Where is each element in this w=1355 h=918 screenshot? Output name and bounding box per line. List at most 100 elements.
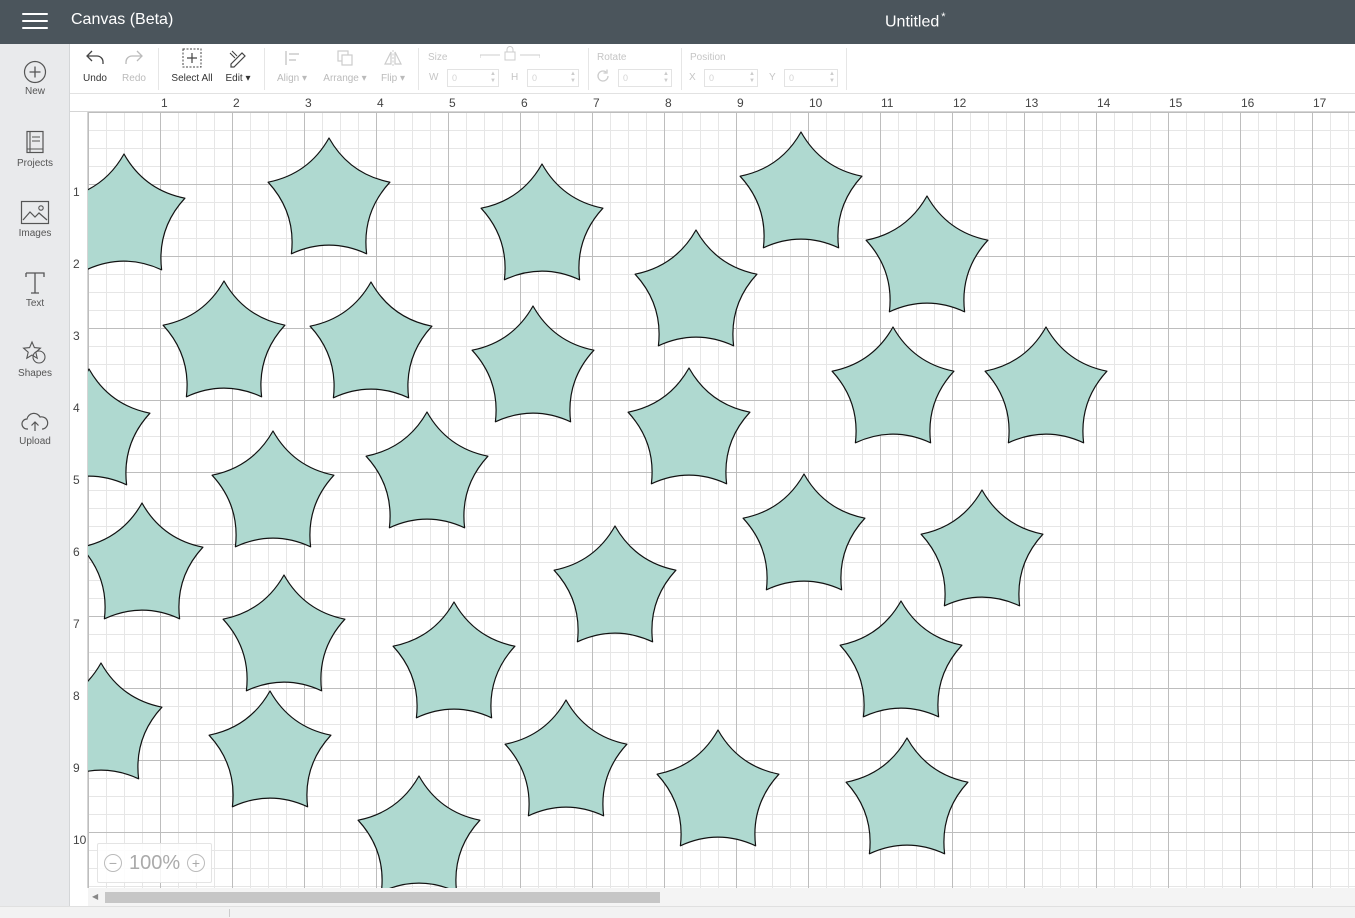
x-position-input[interactable]: 0 ▲ ▼ — [704, 69, 758, 87]
arrange-dropdown[interactable]: Arrange ▾ — [320, 48, 370, 84]
sidebar-item-label: Images — [18, 228, 52, 239]
position-label: Position — [690, 52, 726, 63]
rotate-value: 0 — [623, 73, 629, 83]
star-shape[interactable] — [504, 699, 628, 817]
align-icon — [285, 51, 299, 65]
star-shape[interactable] — [162, 280, 286, 398]
star-shape[interactable] — [88, 368, 151, 486]
plus-circle-icon — [23, 60, 47, 84]
undo-button[interactable]: Undo — [82, 48, 108, 84]
ruler-number: 3 — [305, 96, 312, 110]
star-shape[interactable] — [839, 600, 963, 718]
sidebar-item-shapes[interactable]: Shapes — [0, 340, 70, 402]
ruler-number: 12 — [953, 96, 967, 110]
shapes-icon — [22, 340, 46, 364]
ruler-number: 3 — [73, 329, 80, 343]
ruler-number: 2 — [233, 96, 240, 110]
size-label: Size — [428, 52, 448, 63]
rotate-icon — [597, 69, 609, 82]
ruler-number: 8 — [665, 96, 672, 110]
lock-icon[interactable] — [480, 46, 540, 62]
sidebar-item-projects[interactable]: Projects — [0, 130, 70, 192]
text-icon — [25, 272, 45, 294]
zoom-control: − 100% + — [97, 843, 212, 883]
star-shape[interactable] — [480, 163, 604, 281]
ruler-number: 9 — [73, 761, 80, 775]
ruler-number: 8 — [73, 689, 80, 703]
star-shape[interactable] — [222, 574, 346, 692]
star-shape[interactable] — [88, 153, 186, 271]
width-value: 0 — [452, 73, 458, 83]
ruler-number: 1 — [161, 96, 168, 110]
ruler-number: 15 — [1169, 96, 1183, 110]
star-shape[interactable] — [471, 305, 595, 423]
x-label: X — [689, 72, 696, 83]
x-stepper-icon[interactable]: ▲ ▼ — [748, 71, 756, 85]
y-stepper-icon[interactable]: ▲ ▼ — [828, 71, 836, 85]
sidebar-item-label: Projects — [16, 158, 54, 169]
zoom-in-button[interactable]: + — [187, 854, 205, 872]
height-stepper-icon[interactable]: ▲ ▼ — [569, 71, 577, 85]
ruler-number: 2 — [73, 257, 80, 271]
x-position-value: 0 — [709, 73, 715, 83]
top-ruler: 1 2 3 4 5 6 7 8 9 10 11 12 13 14 15 16 17 — [70, 94, 1355, 112]
scrollbar-thumb[interactable] — [105, 892, 660, 903]
sidebar-item-label: Shapes — [18, 368, 52, 379]
star-shape[interactable] — [831, 326, 955, 444]
bottom-bar — [0, 906, 1355, 918]
select-all-button[interactable]: Select All — [168, 48, 216, 84]
arrange-icon — [337, 50, 353, 66]
height-input[interactable]: 0 ▲ ▼ — [527, 69, 579, 87]
star-shape[interactable] — [865, 195, 989, 313]
ruler-number: 5 — [73, 473, 80, 487]
align-dropdown[interactable]: Align ▾ — [272, 48, 312, 84]
sidebar-item-images[interactable]: Images — [0, 200, 70, 262]
flip-dropdown[interactable]: Flip ▾ — [378, 48, 408, 84]
left-ruler: 1 2 3 4 5 6 7 8 9 10 — [70, 112, 88, 888]
star-shape[interactable] — [920, 489, 1044, 607]
star-shape[interactable] — [634, 229, 758, 347]
pencil-ruler-icon — [229, 50, 246, 68]
star-shape[interactable] — [845, 737, 969, 855]
document-title[interactable]: Untitled * — [885, 11, 946, 31]
unsaved-indicator: * — [941, 11, 946, 23]
star-shape[interactable] — [392, 601, 516, 719]
star-shapes-layer — [88, 131, 1108, 888]
star-shape[interactable] — [742, 473, 866, 591]
sidebar-item-new[interactable]: New — [0, 60, 70, 122]
star-shape[interactable] — [553, 525, 677, 643]
ruler-number: 7 — [593, 96, 600, 110]
design-canvas[interactable] — [88, 112, 1355, 888]
star-shape[interactable] — [208, 690, 332, 808]
redo-button[interactable]: Redo — [120, 48, 148, 84]
chevron-down-icon: ▾ — [399, 73, 405, 84]
star-shape[interactable] — [627, 367, 751, 485]
width-stepper-icon[interactable]: ▲ ▼ — [489, 71, 497, 85]
edit-dropdown[interactable]: Edit ▾ — [222, 48, 254, 84]
sidebar-item-text[interactable]: Text — [0, 270, 70, 332]
ruler-number: 17 — [1313, 96, 1327, 110]
y-position-input[interactable]: 0 ▲ ▼ — [784, 69, 838, 87]
zoom-out-button[interactable]: − — [104, 854, 122, 872]
star-shape[interactable] — [211, 430, 335, 548]
horizontal-scrollbar[interactable]: ◀ — [88, 888, 1355, 906]
width-input[interactable]: 0 ▲ ▼ — [447, 69, 499, 87]
star-shape[interactable] — [365, 411, 489, 529]
star-shape[interactable] — [656, 729, 780, 847]
rotate-stepper-icon[interactable]: ▲ ▼ — [662, 71, 670, 85]
star-shape[interactable] — [88, 502, 204, 620]
toolbar-divider — [681, 48, 682, 90]
rotate-input[interactable]: 0 ▲ ▼ — [618, 69, 672, 87]
undo-label: Undo — [83, 73, 107, 84]
star-shape[interactable] — [739, 131, 863, 249]
top-bar: Canvas (Beta) Untitled * — [0, 0, 1355, 44]
star-shape[interactable] — [357, 775, 481, 888]
star-shape[interactable] — [984, 326, 1108, 444]
menu-icon[interactable] — [22, 13, 48, 31]
star-shape[interactable] — [267, 137, 391, 255]
star-shape[interactable] — [88, 662, 163, 780]
sidebar-item-upload[interactable]: Upload — [0, 410, 70, 472]
height-value: 0 — [532, 73, 538, 83]
scroll-left-icon[interactable]: ◀ — [92, 892, 98, 901]
star-shape[interactable] — [309, 281, 433, 399]
